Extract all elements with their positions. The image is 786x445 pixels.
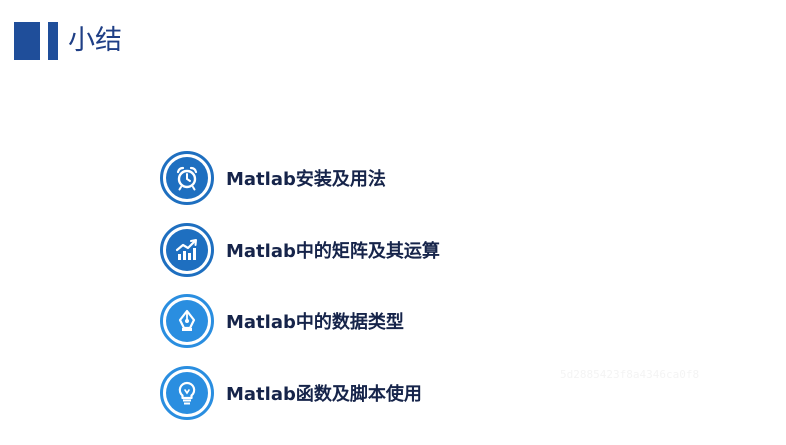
growth-chart-icon xyxy=(160,223,214,277)
list-item-label: Matlab中的数据类型 xyxy=(226,312,404,333)
pen-nib-icon xyxy=(160,294,214,348)
watermark: 5d2885423f8a4346ca0f8 xyxy=(560,368,700,381)
alarm-clock-icon xyxy=(160,151,214,205)
list-item-datatypes: Matlab中的数据类型 xyxy=(160,294,404,348)
list-item-matrix: Matlab中的矩阵及其运算 xyxy=(160,223,440,277)
list-item-install: Matlab安装及用法 xyxy=(160,151,386,205)
light-bulb-icon xyxy=(160,366,214,420)
list-item-functions: Matlab函数及脚本使用 xyxy=(160,366,422,420)
list-item-label: Matlab中的矩阵及其运算 xyxy=(226,241,440,262)
list-item-label: Matlab安装及用法 xyxy=(226,169,386,190)
list-item-label: Matlab函数及脚本使用 xyxy=(226,384,422,405)
